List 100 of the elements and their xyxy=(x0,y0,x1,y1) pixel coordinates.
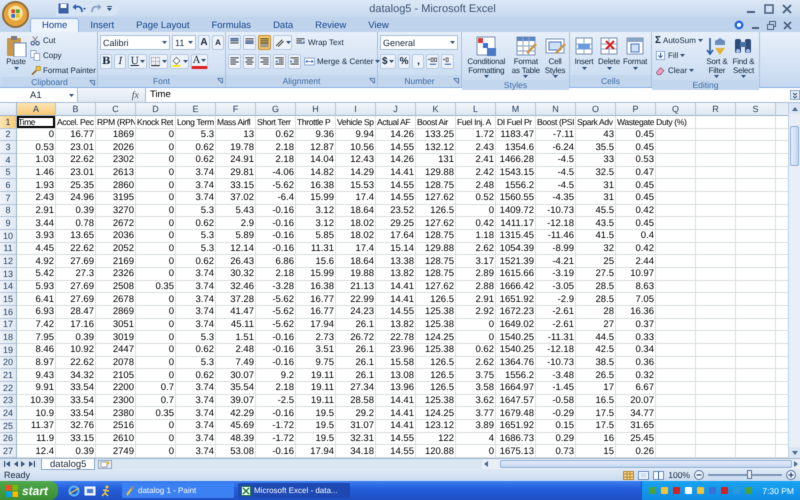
dropdown[interactable]: Calibri xyxy=(100,35,170,50)
next-sheet-icon[interactable] xyxy=(21,461,26,467)
toolbar-button[interactable]: Clear xyxy=(654,64,696,77)
row-header[interactable]: 1 xyxy=(0,116,17,129)
help-icon[interactable] xyxy=(734,20,744,30)
row-header[interactable]: 8 xyxy=(0,204,17,218)
close-icon[interactable] xyxy=(783,20,792,30)
ribbon-button[interactable]: Paste xyxy=(4,34,28,72)
row-header[interactable]: 10 xyxy=(0,230,17,243)
column-header[interactable]: Q xyxy=(656,103,696,116)
row-header[interactable]: 25 xyxy=(0,420,17,433)
normal-view-icon[interactable] xyxy=(623,470,634,480)
tool-button[interactable] xyxy=(228,54,241,69)
row-header[interactable]: 16 xyxy=(0,306,17,319)
expand-icon[interactable] xyxy=(790,90,800,100)
tool-button[interactable] xyxy=(243,35,256,50)
page-break-view-icon[interactable] xyxy=(653,470,664,480)
dialog-launcher-icon[interactable] xyxy=(453,78,459,84)
column-header[interactable]: C xyxy=(96,103,136,116)
column-header[interactable]: F xyxy=(216,103,256,116)
toolbar-button[interactable]: Copy xyxy=(29,49,63,62)
ribbon-button[interactable]: Conditional Formatting xyxy=(464,34,509,80)
tool-button[interactable] xyxy=(148,54,168,69)
comma-button[interactable]: , xyxy=(412,54,424,69)
previous-sheet-icon[interactable] xyxy=(13,461,18,467)
ribbon-button[interactable]: Sort & Filter xyxy=(704,34,729,80)
undo-icon[interactable] xyxy=(72,3,86,14)
row-header[interactable]: 9 xyxy=(0,217,17,230)
zoom-in-icon[interactable] xyxy=(786,470,796,480)
ribbon-tab[interactable]: Data xyxy=(262,18,304,32)
column-header[interactable]: O xyxy=(576,103,616,116)
row-header[interactable]: 20 xyxy=(0,356,17,370)
scroll-left-icon[interactable] xyxy=(484,461,488,467)
column-header[interactable]: H xyxy=(296,103,336,116)
row-header[interactable]: 4 xyxy=(0,154,17,167)
ribbon-button[interactable]: Insert xyxy=(572,34,596,72)
row-header[interactable]: 17 xyxy=(0,318,17,332)
scroll-down-icon[interactable] xyxy=(792,450,798,454)
column-header[interactable]: J xyxy=(376,103,416,116)
zoom-level[interactable]: 100% xyxy=(668,470,690,480)
tool-button[interactable] xyxy=(288,54,301,69)
column-header[interactable]: K xyxy=(416,103,456,116)
toolbar-button[interactable]: Merge & Center xyxy=(303,55,382,68)
column-header[interactable]: P xyxy=(616,103,656,116)
column-header[interactable]: R xyxy=(696,103,736,116)
ribbon-tab[interactable]: Page Layout xyxy=(125,18,200,32)
row-header[interactable]: 2 xyxy=(0,128,17,142)
row-header[interactable]: 18 xyxy=(0,331,17,344)
dialog-launcher-icon[interactable] xyxy=(89,80,95,86)
running-figure-icon[interactable] xyxy=(100,484,112,496)
row-header[interactable]: 3 xyxy=(0,141,17,154)
row-header[interactable]: 24 xyxy=(0,407,17,420)
row-header[interactable]: 7 xyxy=(0,192,17,205)
zoom-slider-thumb[interactable] xyxy=(746,470,752,479)
tool-button[interactable] xyxy=(243,54,256,69)
percent-button[interactable]: % xyxy=(398,54,410,69)
new-sheet-icon[interactable] xyxy=(98,460,112,468)
row-header[interactable]: 12 xyxy=(0,255,17,268)
restore-icon[interactable] xyxy=(767,20,776,30)
column-header[interactable]: L xyxy=(456,103,496,116)
save-icon[interactable] xyxy=(58,3,69,14)
ribbon-tab[interactable]: View xyxy=(357,18,400,32)
row-header[interactable]: 5 xyxy=(0,166,17,180)
desktop-icon[interactable] xyxy=(84,484,96,496)
row-header[interactable]: 26 xyxy=(0,432,17,446)
zoom-out-icon[interactable] xyxy=(694,470,704,480)
toolbar-button[interactable]: Σ AutoSum xyxy=(654,34,704,47)
first-sheet-icon[interactable] xyxy=(4,461,10,467)
dialog-launcher-icon[interactable] xyxy=(217,78,223,84)
ribbon-button[interactable]: Format as Table xyxy=(510,34,542,80)
row-header[interactable]: 14 xyxy=(0,280,17,294)
tool-button[interactable] xyxy=(170,54,189,69)
tool-button[interactable] xyxy=(273,35,292,50)
toolbar-button[interactable]: Cut xyxy=(29,34,56,47)
underline-button[interactable]: U xyxy=(128,54,147,69)
row-header[interactable]: 6 xyxy=(0,179,17,192)
ribbon-tab[interactable]: Home xyxy=(30,18,80,32)
row-header[interactable]: 22 xyxy=(0,382,17,395)
browser-icon[interactable] xyxy=(68,484,80,496)
close-icon[interactable] xyxy=(782,4,792,14)
last-sheet-icon[interactable] xyxy=(29,461,35,467)
column-header[interactable]: G xyxy=(256,103,296,116)
ribbon-tab[interactable]: Insert xyxy=(79,18,126,32)
maximize-icon[interactable] xyxy=(764,4,774,14)
start-button[interactable]: start xyxy=(0,481,58,500)
row-header[interactable]: 23 xyxy=(0,394,17,408)
bold-button[interactable]: B xyxy=(100,54,112,69)
row-header[interactable]: 13 xyxy=(0,268,17,281)
shrink-font-button[interactable]: A xyxy=(212,35,224,50)
dropdown[interactable]: 11 xyxy=(172,35,196,50)
tool-button[interactable] xyxy=(228,35,241,50)
tool-button[interactable] xyxy=(441,54,454,69)
sheet-tab[interactable]: datalog5 xyxy=(41,458,96,470)
customize-caret-icon[interactable] xyxy=(106,5,113,12)
row-header[interactable]: 27 xyxy=(0,445,17,458)
tool-button[interactable] xyxy=(273,54,286,69)
column-header[interactable]: I xyxy=(336,103,376,116)
tool-button[interactable] xyxy=(258,54,271,69)
row-header[interactable]: 11 xyxy=(0,242,17,256)
toolbar-button[interactable]: Wrap Text xyxy=(294,36,345,49)
